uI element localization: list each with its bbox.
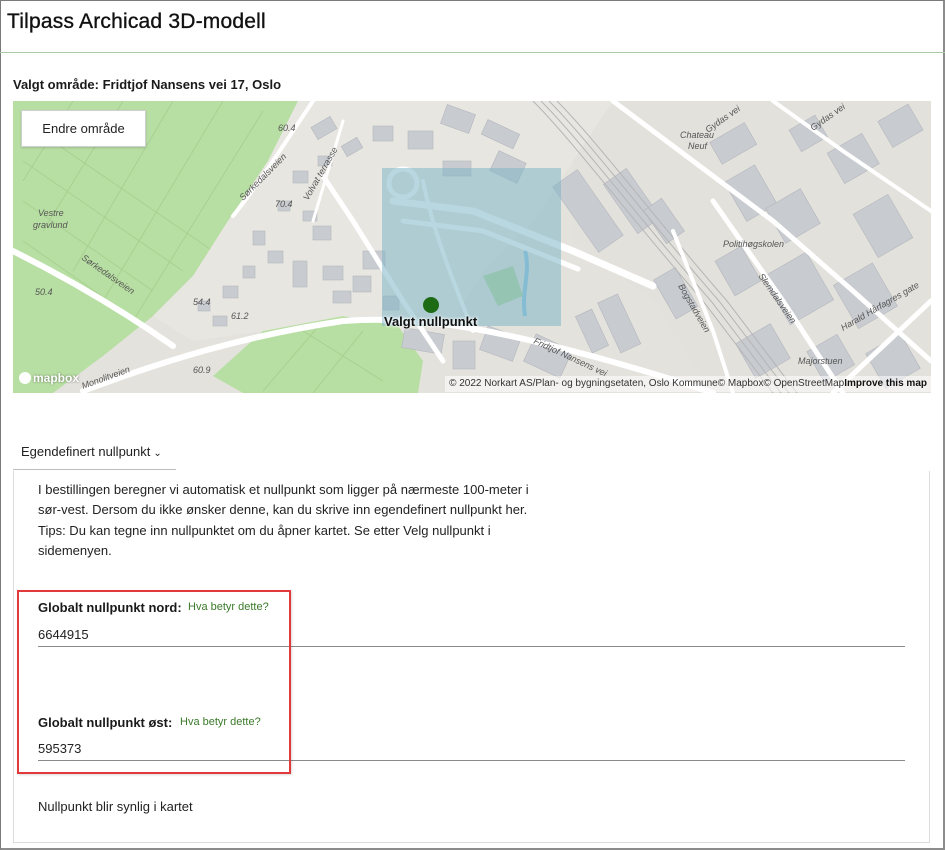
north-field-label: Globalt nullpunkt nord: (38, 600, 182, 615)
map-canvas: 60.4 70.4 50.4 54.4 61.2 60.9 Vestre gra… (13, 101, 931, 393)
nullpoint-marker-label: Valgt nullpunkt (384, 314, 478, 329)
map-attribution: © 2022 Norkart AS/Plan- og bygningsetate… (445, 376, 931, 392)
info-line: sør-vest. Dersom du ikke ønsker denne, k… (38, 502, 528, 518)
svg-text:70.4: 70.4 (275, 199, 293, 209)
improve-map-link[interactable]: Improve this map (844, 378, 927, 389)
attribution-text: © 2022 Norkart AS/Plan- og bygningsetate… (449, 378, 845, 389)
footer-note: Nullpunkt blir synlig i kartet (38, 799, 193, 814)
svg-text:60.4: 60.4 (278, 123, 296, 133)
change-area-button[interactable]: Endre område (21, 110, 146, 147)
info-line: I bestillingen beregner vi automatisk et… (38, 482, 529, 497)
svg-text:61.2: 61.2 (231, 311, 249, 321)
info-line: sidemenyen. (38, 542, 112, 558)
svg-text:54.4: 54.4 (193, 297, 211, 307)
svg-text:Politihøgskolen: Politihøgskolen (723, 239, 784, 249)
chevron-down-icon: ⌄ (153, 448, 162, 459)
east-field-label: Globalt nullpunkt øst: (38, 715, 173, 730)
east-help-link[interactable]: Hva betyr dette? (180, 716, 261, 728)
nullpoint-type-dropdown[interactable]: Egendefinert nullpunkt ⌄ (13, 440, 176, 470)
dropdown-label: Egendefinert nullpunkt (21, 444, 151, 459)
svg-text:Vestre: Vestre (38, 208, 64, 218)
map-view[interactable]: 60.4 70.4 50.4 54.4 61.2 60.9 Vestre gra… (13, 101, 931, 393)
north-help-link[interactable]: Hva betyr dette? (188, 601, 269, 613)
svg-text:gravlund: gravlund (33, 220, 69, 230)
svg-text:50.4: 50.4 (35, 287, 53, 297)
info-text: I bestillingen beregner vi automatisk et… (38, 480, 558, 561)
info-line: Tips: Du kan tegne inn nullpunktet om du… (38, 522, 491, 538)
mapbox-logo-text: mapbox (33, 371, 80, 385)
east-nullpoint-input[interactable] (38, 737, 905, 761)
page-title: Tilpass Archicad 3D-modell (7, 10, 266, 33)
svg-text:60.9: 60.9 (193, 365, 211, 375)
svg-text:Neuf: Neuf (688, 141, 709, 151)
mapbox-logo[interactable]: mapbox (19, 371, 79, 385)
mapbox-logo-icon (19, 372, 31, 384)
svg-text:Majorstuen: Majorstuen (798, 356, 843, 366)
north-nullpoint-input[interactable] (38, 623, 905, 647)
selected-area-label: Valgt område: Fridtjof Nansens vei 17, O… (13, 77, 282, 92)
page-header: Tilpass Archicad 3D-modell (0, 0, 945, 53)
